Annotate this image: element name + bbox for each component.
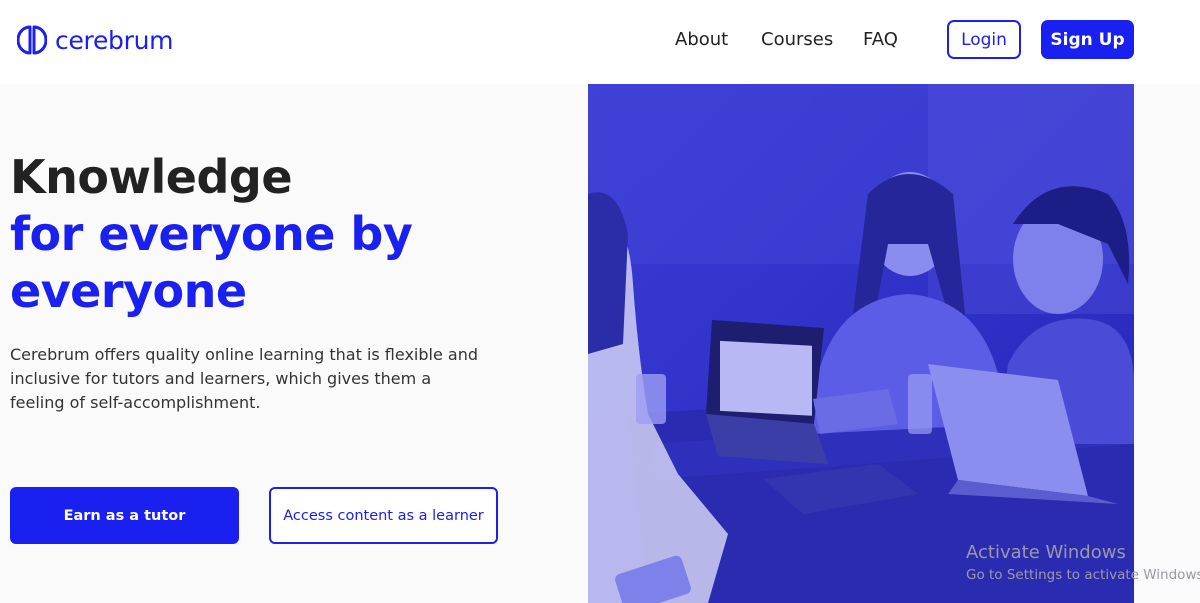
hero-headline: Knowledge for everyone by everyone — [10, 149, 413, 320]
watermark-subtitle: Go to Settings to activate Windows. — [966, 567, 1200, 583]
hero-photo-illustration — [588, 84, 1134, 603]
site-header: cerebrum About Courses FAQ Login Sign Up — [0, 0, 1200, 84]
login-button[interactable]: Login — [947, 20, 1021, 59]
access-as-learner-button[interactable]: Access content as a learner — [269, 487, 498, 544]
nav-courses[interactable]: Courses — [761, 29, 833, 50]
headline-line-1: Knowledge — [10, 150, 293, 204]
nav-faq[interactable]: FAQ — [863, 29, 898, 50]
hero-description: Cerebrum offers quality online learning … — [10, 345, 478, 412]
brand-logo[interactable]: cerebrum — [17, 24, 173, 56]
brand-name: cerebrum — [55, 25, 174, 55]
signup-button[interactable]: Sign Up — [1041, 20, 1134, 59]
earn-as-tutor-button[interactable]: Earn as a tutor — [10, 487, 239, 544]
watermark-title: Activate Windows — [966, 542, 1126, 563]
cerebrum-logo-icon — [17, 25, 47, 55]
headline-line-3: everyone — [10, 264, 247, 318]
nav-about[interactable]: About — [675, 29, 728, 50]
hero-photo — [588, 84, 1134, 603]
headline-line-2: for everyone by — [10, 207, 413, 261]
windows-activation-watermark: Activate Windows Go to Settings to activ… — [966, 542, 1200, 583]
